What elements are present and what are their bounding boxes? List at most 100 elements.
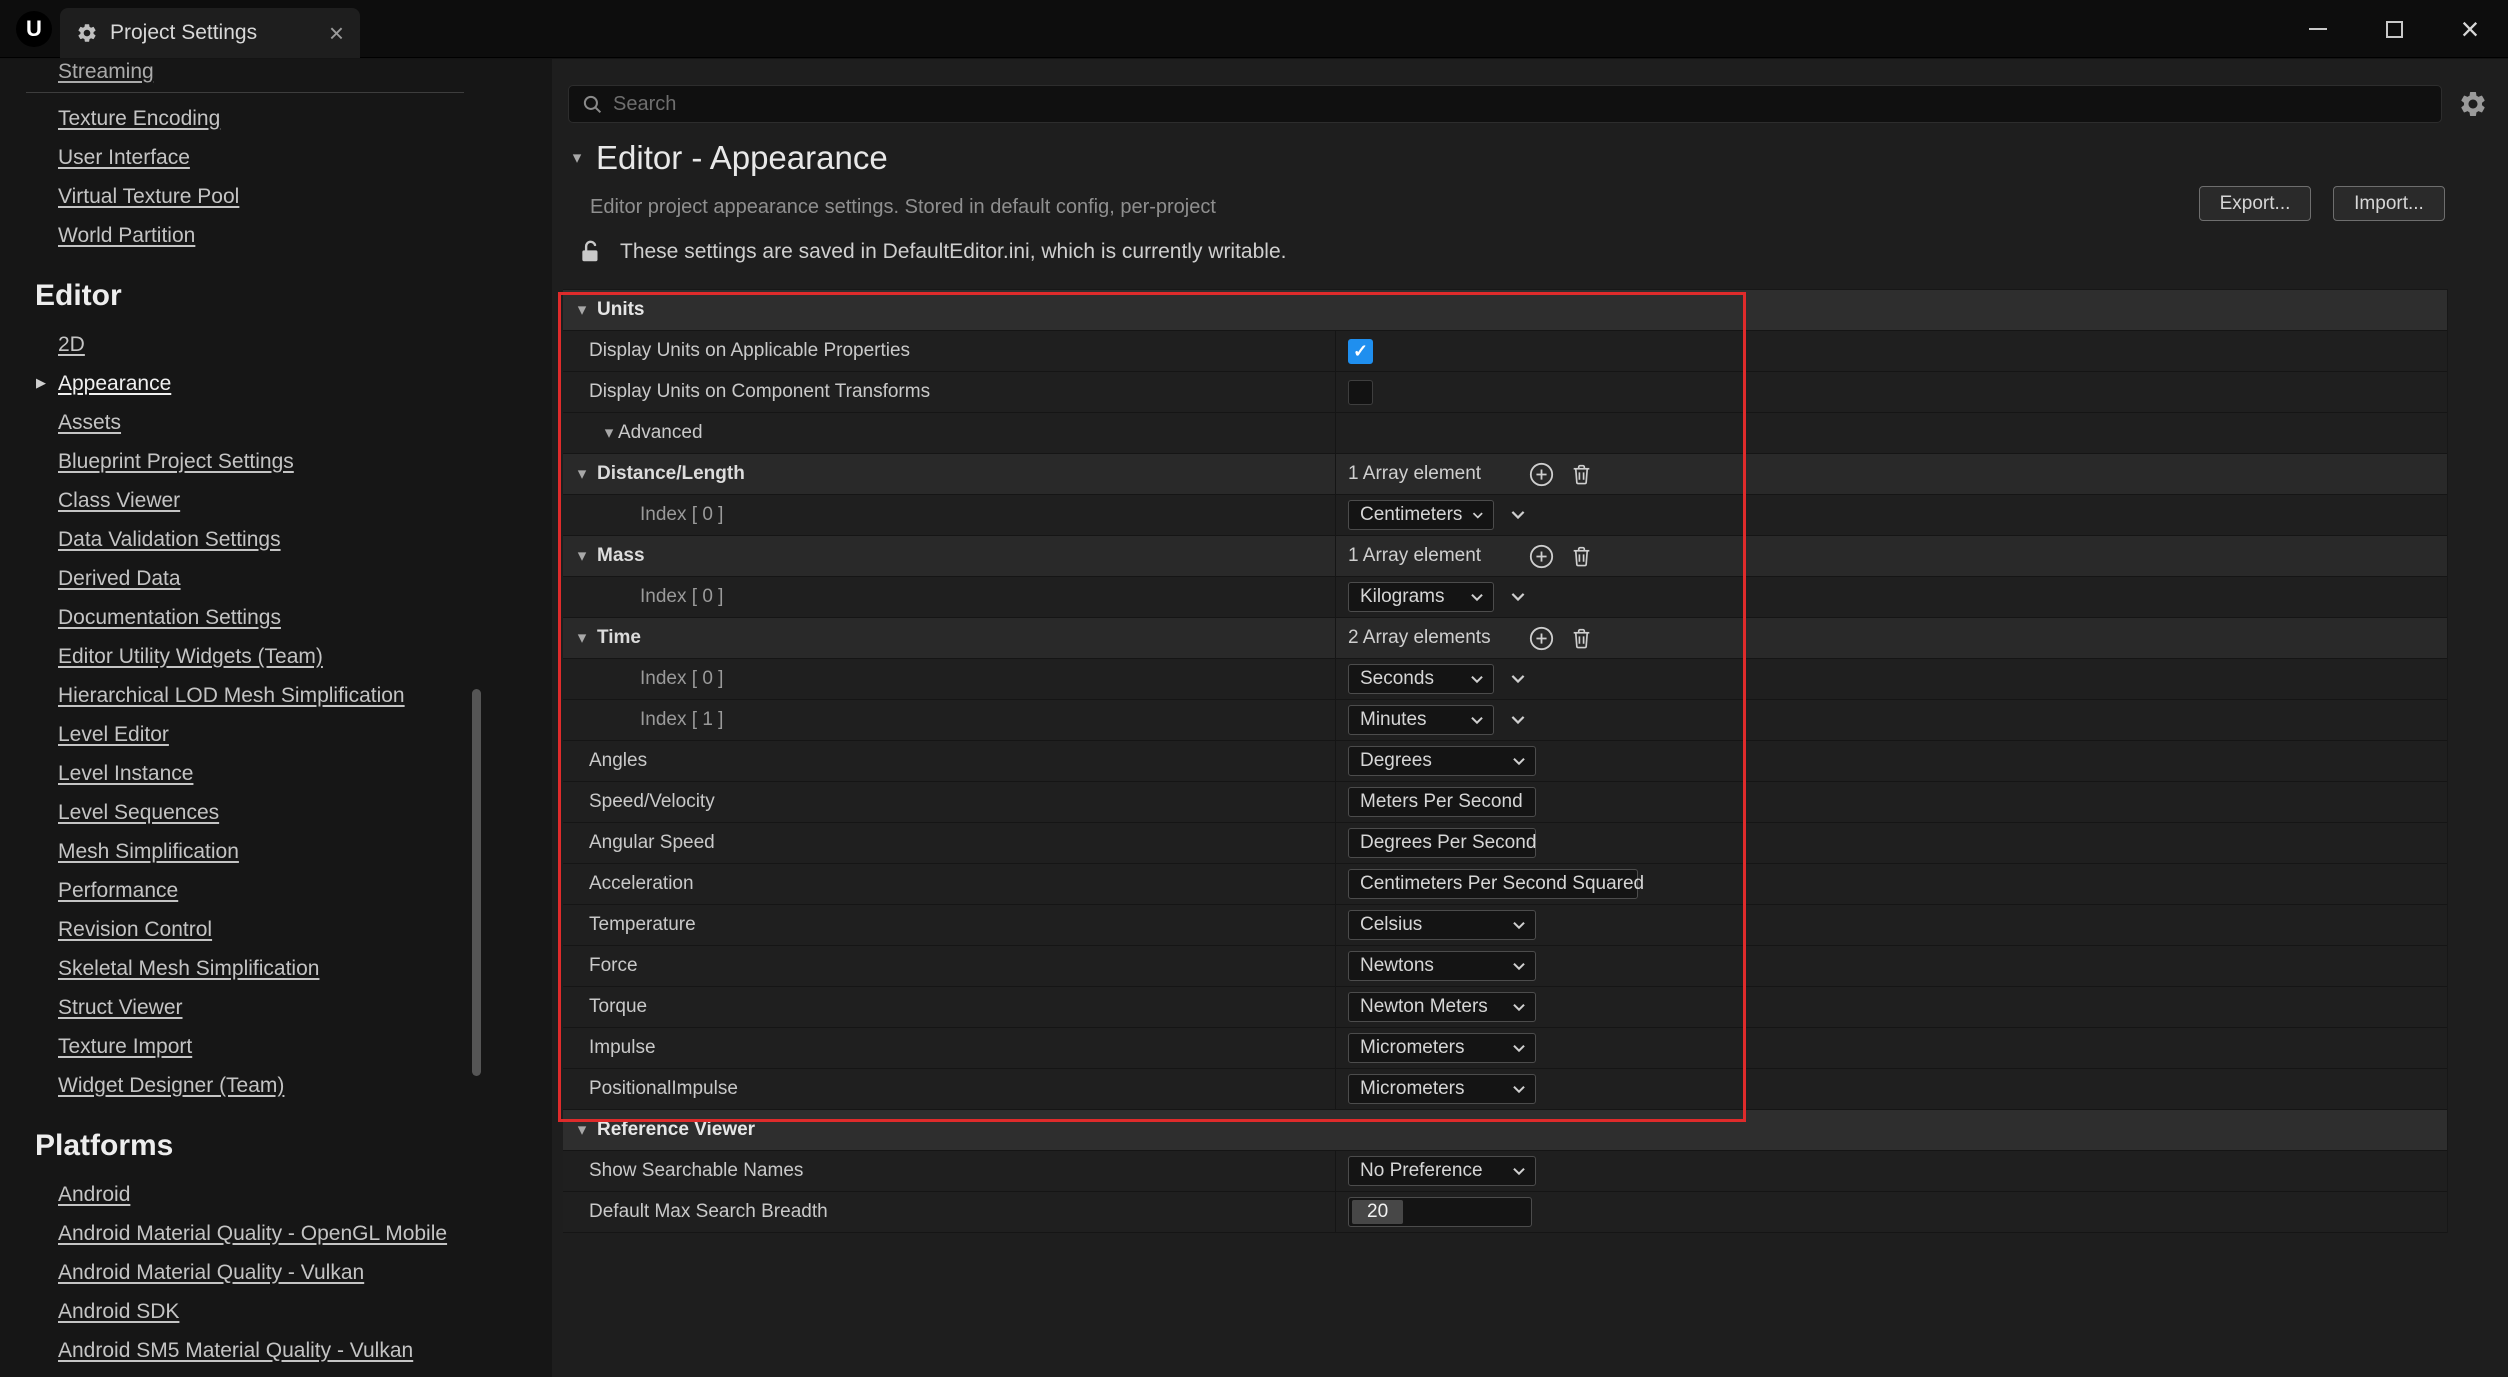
sidebar-item[interactable]: Streaming <box>0 59 552 88</box>
mass-unit-dropdown[interactable]: Kilograms <box>1348 582 1494 612</box>
chevron-down-icon <box>1512 1167 1526 1176</box>
temperature-dropdown[interactable]: Celsius <box>1348 910 1536 940</box>
sidebar-item-label: Android <box>58 1183 130 1207</box>
sidebar-item[interactable]: User Interface <box>0 138 552 177</box>
minimize-button[interactable] <box>2280 0 2356 58</box>
trash-icon <box>1569 462 1594 487</box>
sidebar-item[interactable]: Class Viewer <box>0 481 552 520</box>
section-collapse-icon[interactable]: ▾ <box>568 148 586 168</box>
sidebar-item-label: 2D <box>58 333 85 357</box>
element-options-dropdown[interactable] <box>1510 715 1526 725</box>
import-button[interactable]: Import... <box>2333 186 2445 221</box>
collapse-arrow-icon[interactable]: ▾ <box>573 546 591 566</box>
row-time[interactable]: ▾ Time 2 Array elements <box>563 618 2447 659</box>
torque-dropdown[interactable]: Newton Meters <box>1348 992 1536 1022</box>
sidebar-item[interactable]: Revision Control <box>0 910 552 949</box>
chevron-down-icon <box>1512 1003 1526 1012</box>
add-element-button[interactable] <box>1528 461 1555 488</box>
delete-elements-button[interactable] <box>1569 544 1594 569</box>
sidebar-item[interactable]: 2D <box>0 325 552 364</box>
scrollbar-thumb[interactable] <box>472 689 481 1076</box>
maximize-button[interactable] <box>2356 0 2432 58</box>
search-input[interactable]: Search <box>568 85 2442 123</box>
index-label: Index [ 0 ] <box>640 586 723 608</box>
delete-elements-button[interactable] <box>1569 462 1594 487</box>
export-button[interactable]: Export... <box>2199 186 2311 221</box>
element-options-dropdown[interactable] <box>1510 510 1526 520</box>
force-dropdown[interactable]: Newtons <box>1348 951 1536 981</box>
row-positional-impulse: PositionalImpulse Micrometers <box>563 1069 2447 1110</box>
tab-close-icon[interactable]: × <box>329 20 344 46</box>
collapse-arrow-icon[interactable]: ▾ <box>573 464 591 484</box>
speed-dropdown[interactable]: Meters Per Second <box>1348 787 1536 817</box>
element-options-dropdown[interactable] <box>1510 592 1526 602</box>
row-distance-length[interactable]: ▾ Distance/Length 1 Array element <box>563 454 2447 495</box>
view-options-button[interactable] <box>2456 87 2490 121</box>
sidebar-item[interactable]: Mesh Simplification <box>0 832 552 871</box>
sidebar-item[interactable]: Level Editor <box>0 715 552 754</box>
element-options-dropdown[interactable] <box>1510 674 1526 684</box>
sidebar-item[interactable]: Documentation Settings <box>0 598 552 637</box>
sidebar-item-label: Texture Import <box>58 1035 192 1059</box>
sidebar-item[interactable]: Texture Encoding <box>0 99 552 138</box>
collapse-arrow-icon[interactable]: ▾ <box>600 423 618 443</box>
angles-dropdown[interactable]: Degrees <box>1348 746 1536 776</box>
sidebar-item[interactable]: Android <box>0 1175 552 1214</box>
sidebar-item[interactable]: Android Material Quality - OpenGL Mobile <box>0 1214 552 1253</box>
acceleration-dropdown[interactable]: Centimeters Per Second Squared <box>1348 869 1638 899</box>
chevron-down-icon <box>1472 511 1484 520</box>
impulse-dropdown[interactable]: Micrometers <box>1348 1033 1536 1063</box>
sidebar-item[interactable]: ▶Appearance <box>0 364 552 403</box>
collapse-arrow-icon[interactable]: ▾ <box>573 1120 591 1140</box>
checkbox[interactable]: ✓ <box>1348 339 1373 364</box>
setting-label: PositionalImpulse <box>589 1078 738 1100</box>
sidebar-item[interactable]: Virtual Texture Pool <box>0 177 552 216</box>
row-speed-velocity: Speed/Velocity Meters Per Second <box>563 782 2447 823</box>
index-label: Index [ 0 ] <box>640 504 723 526</box>
show-searchable-names-dropdown[interactable]: No Preference <box>1348 1156 1536 1186</box>
sidebar-item[interactable]: Blueprint Project Settings <box>0 442 552 481</box>
row-advanced[interactable]: ▾ Advanced <box>563 413 2447 454</box>
sidebar-item[interactable]: Level Sequences <box>0 793 552 832</box>
reference-viewer-section-row[interactable]: ▾ Reference Viewer <box>563 1110 2447 1151</box>
array-count: 1 Array element <box>1348 545 1528 567</box>
sidebar-item[interactable]: Texture Import <box>0 1027 552 1066</box>
units-section-row[interactable]: ▾ Units <box>563 290 2447 331</box>
sidebar-item[interactable]: Performance <box>0 871 552 910</box>
sidebar-scrollbar[interactable] <box>472 59 481 1377</box>
sidebar-item[interactable]: Hierarchical LOD Mesh Simplification <box>0 676 552 715</box>
add-element-button[interactable] <box>1528 543 1555 570</box>
checkbox[interactable] <box>1348 380 1373 405</box>
angular-speed-dropdown[interactable]: Degrees Per Second <box>1348 828 1536 858</box>
collapse-arrow-icon[interactable]: ▾ <box>573 300 591 320</box>
page-title: Editor - Appearance <box>596 139 888 177</box>
sidebar-item-label: Android Material Quality - OpenGL Mobile <box>58 1222 447 1246</box>
default-max-search-breadth-input[interactable]: 20 <box>1348 1197 1532 1227</box>
time-unit-dropdown[interactable]: Seconds <box>1348 664 1494 694</box>
sidebar-item[interactable]: Struct Viewer <box>0 988 552 1027</box>
sidebar-item-label: Level Instance <box>58 762 193 786</box>
sidebar-item[interactable]: Editor Utility Widgets (Team) <box>0 637 552 676</box>
sidebar-item[interactable]: Android SDK <box>0 1292 552 1331</box>
tab-project-settings[interactable]: Project Settings × <box>60 8 360 58</box>
sidebar-engine-list: Texture EncodingUser InterfaceVirtual Te… <box>0 99 552 255</box>
distance-unit-dropdown[interactable]: Centimeters <box>1348 500 1494 530</box>
plus-circle-icon <box>1528 625 1555 652</box>
collapse-arrow-icon[interactable]: ▾ <box>573 628 591 648</box>
sidebar-item-label: Struct Viewer <box>58 996 183 1020</box>
sidebar-item[interactable]: Assets <box>0 403 552 442</box>
time-unit-dropdown[interactable]: Minutes <box>1348 705 1494 735</box>
add-element-button[interactable] <box>1528 625 1555 652</box>
sidebar-item[interactable]: Derived Data <box>0 559 552 598</box>
sidebar-item[interactable]: Level Instance <box>0 754 552 793</box>
sidebar-item[interactable]: Widget Designer (Team) <box>0 1066 552 1105</box>
delete-elements-button[interactable] <box>1569 626 1594 651</box>
close-button[interactable]: × <box>2432 0 2508 58</box>
sidebar-item[interactable]: World Partition <box>0 216 552 255</box>
sidebar-item[interactable]: Android SM5 Material Quality - Vulkan <box>0 1331 552 1370</box>
positional-impulse-dropdown[interactable]: Micrometers <box>1348 1074 1536 1104</box>
row-mass[interactable]: ▾ Mass 1 Array element <box>563 536 2447 577</box>
sidebar-item[interactable]: Skeletal Mesh Simplification <box>0 949 552 988</box>
sidebar-item[interactable]: Data Validation Settings <box>0 520 552 559</box>
sidebar-item[interactable]: Android Material Quality - Vulkan <box>0 1253 552 1292</box>
